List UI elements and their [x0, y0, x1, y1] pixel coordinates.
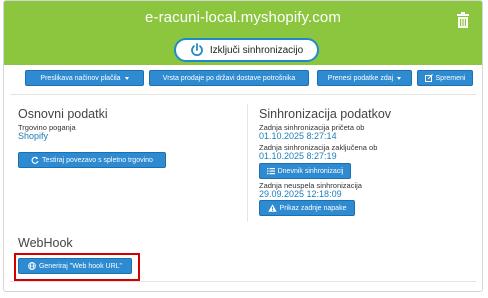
edit-icon — [424, 74, 433, 82]
trash-icon[interactable] — [456, 12, 470, 28]
payment-mapping-label: Preslikava načinov plačila — [40, 74, 121, 82]
sync-log-button[interactable]: Dnevnik sinhronizacij — [259, 163, 351, 179]
test-connection-button[interactable]: Testiraj povezavo s spletno trgovino — [18, 152, 166, 168]
test-connection-label: Testiraj povezavo s spletno trgovino — [42, 156, 153, 164]
column-divider — [247, 104, 248, 222]
last-failed-value: 29.09.2025 12:18:09 — [259, 189, 342, 199]
card-header: e-racuni-local.myshopify.com Izključi si… — [4, 1, 482, 65]
sync-toggle-button[interactable]: Izključi sinhronizacijo — [174, 38, 319, 62]
basic-data-title: Osnovni podatki — [18, 107, 108, 121]
chevron-down-icon — [397, 76, 402, 80]
warning-icon — [267, 204, 277, 212]
power-icon — [190, 43, 203, 57]
sales-type-button[interactable]: Vrsta prodaje po državi dostave potrošni… — [149, 70, 309, 86]
last-start-value: 01.10.2025 8:27:14 — [259, 131, 337, 141]
sync-data-title: Sinhronizacija podatkov — [259, 107, 392, 121]
show-last-error-button[interactable]: Prikaz zadnje napake — [259, 200, 355, 216]
show-last-error-label: Prikaz zadnje napake — [279, 204, 347, 212]
transfer-data-button[interactable]: Prenesi podatke zdaj — [317, 70, 412, 86]
save-button[interactable]: Spremeni — [417, 70, 473, 86]
sync-toggle-label: Izključi sinhronizacijo — [209, 44, 304, 56]
payment-mapping-button[interactable]: Preslikava načinov plačila — [25, 70, 144, 86]
last-end-value: 01.10.2025 8:27:19 — [259, 151, 337, 161]
shop-card: e-racuni-local.myshopify.com Izključi si… — [3, 0, 483, 292]
refresh-icon — [31, 156, 39, 164]
list-icon — [266, 168, 275, 175]
platform-value: Shopify — [18, 131, 49, 141]
webhook-title: WebHook — [18, 236, 73, 250]
divider — [10, 94, 476, 95]
shop-title: e-racuni-local.myshopify.com — [145, 9, 341, 26]
highlight-box — [14, 253, 140, 281]
sync-log-label: Dnevnik sinhronizacij — [277, 167, 344, 175]
transfer-data-label: Prenesi podatke zdaj — [327, 74, 394, 82]
chevron-down-icon — [124, 76, 129, 80]
action-toolbar: Preslikava načinov plačila Vrsta prodaje… — [4, 70, 482, 88]
divider — [10, 281, 476, 282]
save-label: Spremeni — [435, 74, 466, 82]
sales-type-label: Vrsta prodaje po državi dostave potrošni… — [162, 74, 296, 82]
